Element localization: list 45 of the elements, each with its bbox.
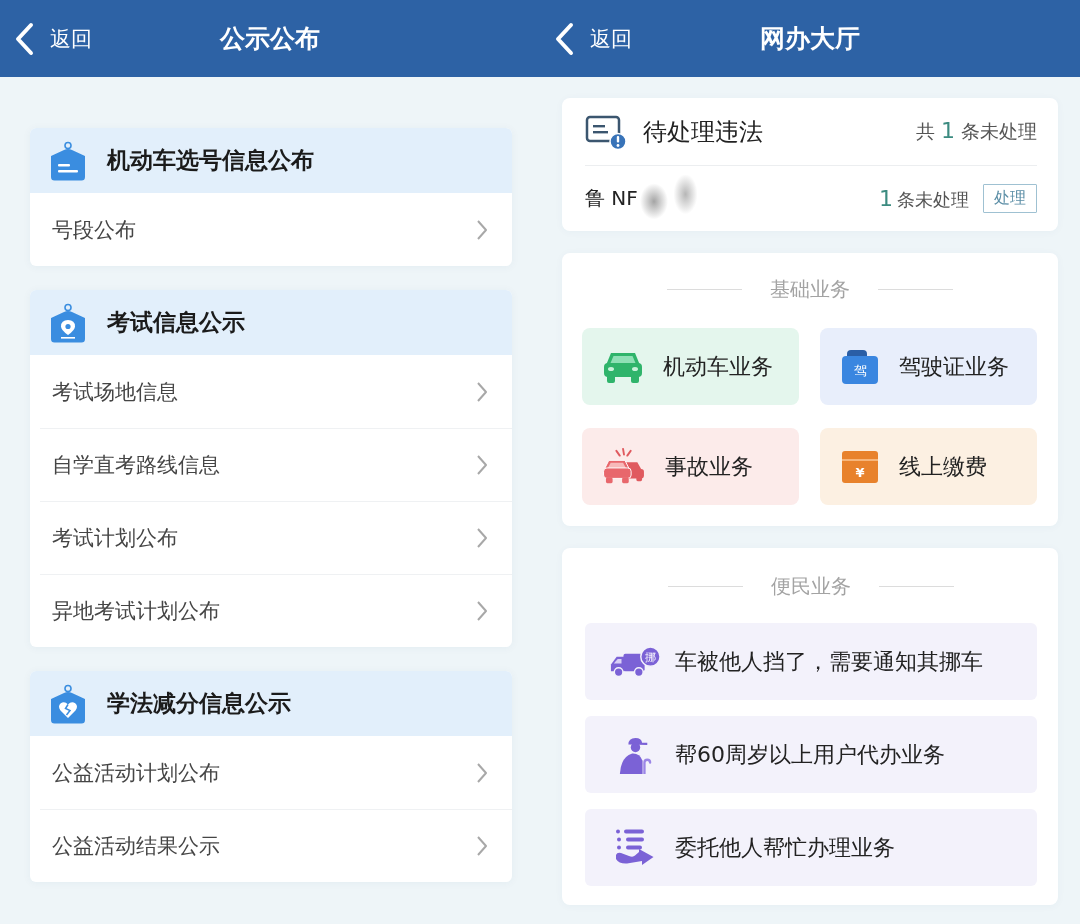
plate-number: 鲁 NF [585, 185, 638, 212]
car-crash-icon [603, 447, 645, 486]
chevron-left-icon [14, 21, 34, 56]
chevron-right-icon [476, 761, 488, 784]
hanging-sign-pin-icon [49, 302, 87, 343]
list-item[interactable]: 公益活动结果公示 [40, 809, 512, 882]
hanging-sign-heart-icon [49, 683, 87, 724]
payment-card-icon: ¥ [841, 449, 879, 484]
process-button[interactable]: 处理 [983, 184, 1037, 213]
document-alert-icon [585, 113, 627, 150]
chevron-right-icon [476, 380, 488, 403]
section-title: 学法减分信息公示 [107, 689, 291, 718]
chevron-left-icon [554, 21, 574, 56]
group-title: 基础业务 [769, 275, 850, 303]
list-item[interactable]: 考试场地信息 [40, 355, 512, 428]
service-tile[interactable]: 事故业务 [582, 428, 799, 505]
chevron-right-icon [476, 454, 488, 476]
page-title: 网办大厅 [760, 23, 860, 55]
section-title: 考试信息公示 [107, 308, 245, 337]
elderly-person-icon [618, 735, 652, 774]
service-tile[interactable]: 机动车业务 [582, 328, 799, 405]
chevron-right-icon [476, 527, 488, 549]
list-arrow-icon [615, 827, 655, 868]
list-item[interactable]: 号段公布 [40, 193, 512, 266]
chevron-right-icon [476, 835, 488, 857]
pending-count: 1 条未处理 [879, 185, 969, 212]
chevron-right-icon [476, 218, 488, 241]
card-title: 待处理违法 [643, 116, 764, 148]
pending-total: 共 1 条未处理 [916, 118, 1037, 145]
list-item[interactable]: 自学直考路线信息 [40, 428, 512, 501]
hanging-sign-icon [49, 140, 87, 181]
list-item[interactable]: 公益活动计划公布 [40, 736, 512, 809]
group-title: 便民业务 [771, 572, 851, 600]
service-tile[interactable]: ¥ 线上缴费 [820, 428, 1037, 505]
list-item[interactable]: 异地考试计划公布 [40, 574, 512, 647]
page-title: 公示公布 [220, 23, 320, 55]
service-row[interactable]: 帮60周岁以上用户代办业务 [585, 716, 1037, 793]
service-tile[interactable]: 驾 驾驶证业务 [820, 328, 1037, 405]
service-row[interactable]: 委托他人帮忙办理业务 [585, 809, 1037, 886]
list-item[interactable]: 考试计划公布 [40, 501, 512, 574]
service-row[interactable]: 挪 车被他人挡了，需要通知其挪车 [585, 623, 1037, 700]
back-button[interactable]: 返回 [540, 21, 636, 56]
back-button[interactable]: 返回 [0, 21, 96, 56]
chevron-right-icon [476, 600, 488, 622]
section-title: 机动车选号信息公布 [107, 146, 314, 175]
